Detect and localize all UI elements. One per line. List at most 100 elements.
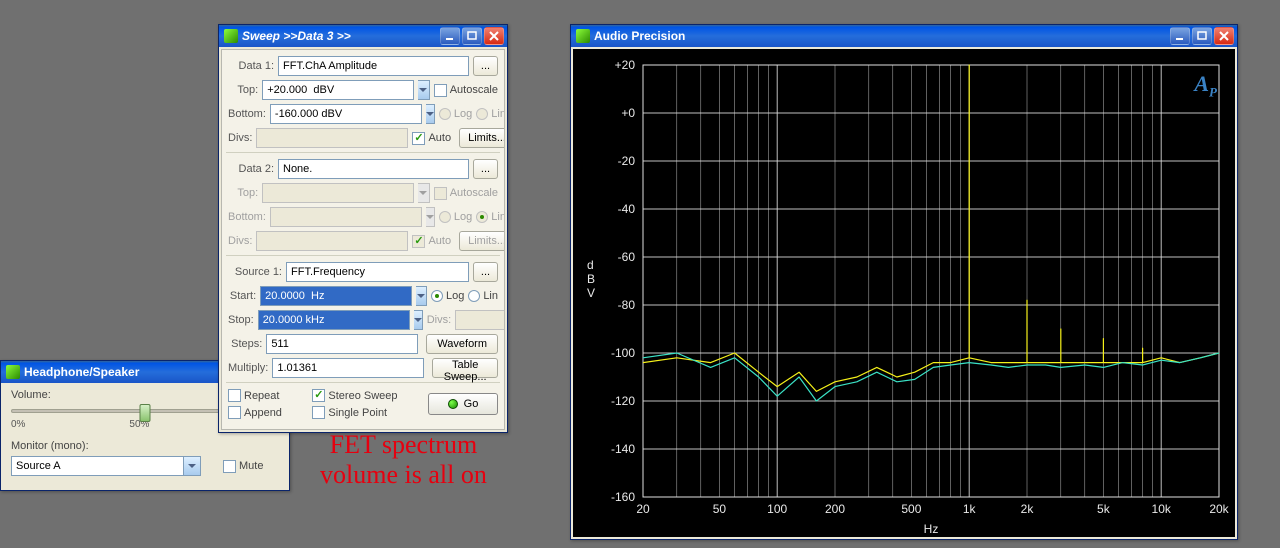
divs1-field (256, 128, 408, 148)
top1-field[interactable] (262, 80, 414, 100)
svg-text:-100: -100 (611, 346, 635, 360)
monitor-value[interactable] (11, 456, 184, 476)
data2-browse[interactable]: ... (473, 159, 498, 179)
svg-text:-60: -60 (618, 250, 636, 264)
top1-label: Top: (228, 84, 258, 96)
multiply-label: Multiply: (228, 362, 268, 374)
top2-field (262, 183, 414, 203)
svg-text:20k: 20k (1209, 502, 1229, 516)
svg-text:-20: -20 (618, 154, 636, 168)
data2-field[interactable] (278, 159, 469, 179)
divs2-field (256, 231, 408, 251)
multiply-field[interactable] (272, 358, 424, 378)
bottom2-label: Bottom: (228, 211, 266, 223)
repeat-checkbox[interactable]: Repeat (228, 389, 282, 402)
minimize-button[interactable] (440, 27, 460, 45)
svg-text:-160: -160 (611, 490, 635, 504)
svg-text:Hz: Hz (924, 522, 939, 536)
svg-text:50: 50 (713, 502, 727, 516)
lin1-radio: Lin (476, 108, 505, 120)
data1-field[interactable] (278, 56, 469, 76)
svg-text:10k: 10k (1152, 502, 1172, 516)
close-button[interactable] (484, 27, 504, 45)
svg-text:1k: 1k (963, 502, 977, 516)
mute-label: Mute (239, 460, 263, 472)
svg-text:-140: -140 (611, 442, 635, 456)
start-label: Start: (228, 290, 256, 302)
svg-text:5k: 5k (1097, 502, 1111, 516)
monitor-label: Monitor (mono): (11, 440, 279, 452)
start-field[interactable] (260, 286, 412, 306)
chart-titlebar[interactable]: Audio Precision (571, 25, 1237, 47)
stop-label: Stop: (228, 314, 254, 326)
log2-radio: Log (439, 211, 472, 223)
maximize-button[interactable] (1192, 27, 1212, 45)
stop-divs-field (455, 310, 505, 330)
minimize-button[interactable] (1170, 27, 1190, 45)
svg-text:B: B (587, 272, 595, 286)
bottom2-field (270, 207, 422, 227)
stop-dropdown[interactable] (414, 310, 423, 330)
monitor-select[interactable] (11, 456, 201, 476)
monitor-dropdown[interactable] (184, 456, 201, 476)
limits2-button: Limits... (459, 231, 505, 251)
close-button[interactable] (1214, 27, 1234, 45)
svg-text:100: 100 (767, 502, 787, 516)
ap-logo: AP (1194, 71, 1217, 100)
svg-text:-80: -80 (618, 298, 636, 312)
svg-text:2k: 2k (1021, 502, 1035, 516)
volume-thumb[interactable] (140, 404, 151, 422)
data1-browse[interactable]: ... (473, 56, 498, 76)
mute-checkbox[interactable]: Mute (223, 460, 263, 473)
data1-label: Data 1: (228, 60, 274, 72)
start-lin-radio[interactable]: Lin (468, 290, 498, 302)
start-dropdown[interactable] (416, 286, 427, 306)
maximize-button[interactable] (462, 27, 482, 45)
bottom1-dropdown[interactable] (426, 104, 435, 124)
go-led-icon (448, 399, 458, 409)
app-icon (576, 29, 590, 43)
app-icon (224, 29, 238, 43)
tablesweep-button[interactable]: Table Sweep... (432, 358, 498, 378)
steps-label: Steps: (228, 338, 262, 350)
svg-text:-40: -40 (618, 202, 636, 216)
svg-text:d: d (587, 258, 594, 272)
svg-text:500: 500 (901, 502, 921, 516)
annotation-text: FET spectrum volume is all on (320, 430, 487, 490)
source1-field[interactable] (286, 262, 469, 282)
top2-label: Top: (228, 187, 258, 199)
sweep-window: Sweep >>Data 3 >> Data 1: ... Top: (218, 24, 508, 433)
log1-radio: Log (439, 108, 472, 120)
steps-field[interactable] (266, 334, 418, 354)
autoscale2-checkbox: Autoscale (434, 187, 498, 200)
divs2-auto: Auto (412, 235, 451, 248)
autoscale1-box[interactable] (434, 84, 447, 97)
start-log-radio[interactable]: Log (431, 290, 464, 302)
svg-text:+0: +0 (621, 106, 635, 120)
svg-text:-120: -120 (611, 394, 635, 408)
top1-dropdown[interactable] (418, 80, 430, 100)
divs1-auto-checkbox[interactable]: Auto (412, 132, 451, 145)
tick-0: 0% (11, 419, 25, 430)
stop-field[interactable] (258, 310, 410, 330)
append-checkbox[interactable]: Append (228, 406, 282, 419)
svg-text:200: 200 (825, 502, 845, 516)
bottom1-field[interactable] (270, 104, 422, 124)
single-checkbox[interactable]: Single Point (312, 406, 397, 419)
svg-text:+20: +20 (615, 58, 636, 72)
audio-precision-window: Audio Precision -160 -140 -120 -100 -80 -60 -4… (570, 24, 1238, 540)
lin2-radio: Lin (476, 211, 505, 223)
mute-box[interactable] (223, 460, 236, 473)
stereo-checkbox[interactable]: Stereo Sweep (312, 389, 397, 402)
autoscale1-checkbox[interactable]: Autoscale (434, 84, 498, 97)
divs1-label: Divs: (228, 132, 252, 144)
source1-browse[interactable]: ... (473, 262, 498, 282)
go-button[interactable]: Go (428, 393, 498, 415)
limits1-button[interactable]: Limits... (459, 128, 505, 148)
divs2-label: Divs: (228, 235, 252, 247)
sweep-title: Sweep >>Data 3 >> (242, 29, 436, 43)
bottom1-label: Bottom: (228, 108, 266, 120)
waveform-button[interactable]: Waveform (426, 334, 498, 354)
sweep-titlebar[interactable]: Sweep >>Data 3 >> (219, 25, 507, 47)
source1-label: Source 1: (228, 266, 282, 278)
